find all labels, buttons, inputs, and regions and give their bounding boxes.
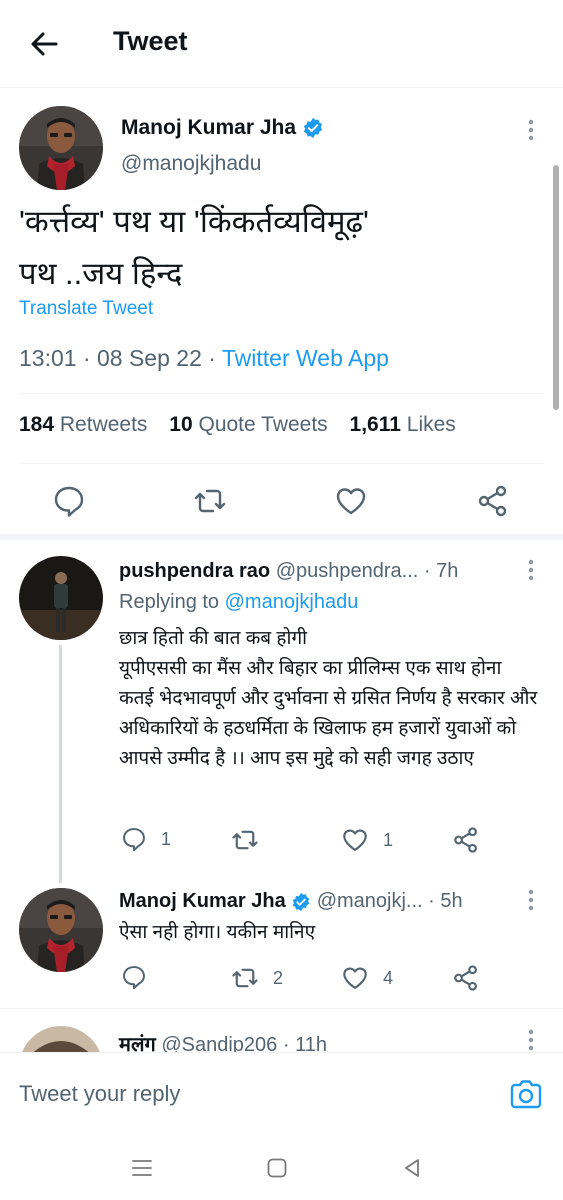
partial-reply: मलंग @Sandip206 · 11h bbox=[0, 1010, 563, 1054]
source-app-link[interactable]: Twitter Web App bbox=[222, 345, 389, 371]
divider bbox=[19, 463, 544, 464]
more-options-icon[interactable] bbox=[526, 888, 536, 916]
reply-icon[interactable] bbox=[52, 484, 86, 518]
section-divider bbox=[0, 534, 563, 540]
reply-text: छात्र हितो की बात कब होगी यूपीएससी का मै… bbox=[119, 628, 538, 769]
reply-reply-button[interactable] bbox=[121, 964, 161, 990]
retweet-icon[interactable] bbox=[193, 484, 227, 518]
reply-author-name[interactable]: Manoj Kumar Jha bbox=[119, 890, 286, 913]
more-options-icon[interactable] bbox=[526, 558, 536, 586]
reply-author-handle[interactable]: @pushpendra... bbox=[276, 560, 419, 582]
reply-time: · 11h bbox=[277, 1034, 327, 1054]
camera-icon[interactable] bbox=[508, 1077, 544, 1113]
reply-icon bbox=[123, 828, 145, 852]
reply-avatar[interactable] bbox=[19, 888, 103, 972]
like-heart-icon bbox=[343, 829, 367, 851]
reply-header: Manoj Kumar Jha @manojkj... · 5h bbox=[119, 890, 463, 913]
reply-author-handle[interactable]: @Sandip206 bbox=[161, 1034, 277, 1054]
reply-time: · 7h bbox=[418, 560, 459, 582]
page-title: Tweet bbox=[113, 26, 188, 56]
reply-author-handle[interactable]: @manojkj... bbox=[317, 890, 423, 913]
recent-apps-icon[interactable] bbox=[130, 1156, 154, 1180]
share-icon[interactable] bbox=[476, 484, 510, 518]
back-arrow-icon[interactable] bbox=[28, 28, 60, 60]
share-icon[interactable] bbox=[452, 964, 480, 992]
reply-author-name[interactable]: pushpendra rao bbox=[119, 560, 270, 582]
replying-to: Replying to @manojkjhadu bbox=[119, 591, 359, 613]
like-heart-icon bbox=[343, 967, 367, 989]
thread-connector bbox=[59, 645, 62, 883]
reply-avatar[interactable] bbox=[19, 1026, 103, 1054]
reply-author-name[interactable]: मलंग bbox=[119, 1034, 156, 1054]
author-name[interactable]: Manoj Kumar Jha bbox=[121, 116, 324, 140]
top-bar: Tweet bbox=[0, 0, 563, 88]
verified-badge-icon bbox=[292, 892, 309, 911]
engagement-stats: 184 Retweets 10 Quote Tweets 1,611 Likes bbox=[19, 413, 456, 437]
reply-composer: Tweet your reply bbox=[0, 1052, 563, 1136]
verified-badge-icon bbox=[303, 117, 323, 139]
home-icon[interactable] bbox=[265, 1156, 289, 1180]
reply-reply-button[interactable]: 1 bbox=[121, 826, 171, 852]
tweet-timestamp: 13:01 · 08 Sep 22 · bbox=[19, 345, 222, 371]
reply-retweet-button[interactable]: 2 bbox=[231, 964, 283, 992]
scrollbar[interactable] bbox=[553, 165, 559, 410]
share-icon[interactable] bbox=[452, 826, 480, 854]
reply-header: मलंग @Sandip206 · 11h bbox=[119, 1030, 327, 1054]
reply-header: pushpendra rao @pushpendra... · 7h bbox=[119, 560, 458, 583]
retweet-icon bbox=[232, 968, 258, 988]
more-options-icon[interactable] bbox=[526, 118, 536, 146]
reply-like-button[interactable]: 1 bbox=[341, 826, 393, 854]
reply-avatar[interactable] bbox=[19, 556, 103, 640]
reply-retweet-button[interactable] bbox=[231, 826, 273, 854]
author-avatar[interactable] bbox=[19, 106, 103, 190]
replying-to-handle[interactable]: @manojkjhadu bbox=[225, 591, 359, 613]
likes-stat[interactable]: 1,611 Likes bbox=[350, 413, 456, 436]
tweet-text: 'कर्त्तव्य' पथ या 'किंकर्तव्यविमूढ़' पथ … bbox=[19, 204, 369, 291]
reply-icon bbox=[123, 966, 145, 990]
more-options-icon[interactable] bbox=[526, 1028, 536, 1054]
divider bbox=[19, 393, 544, 394]
translate-tweet-link[interactable]: Translate Tweet bbox=[19, 298, 153, 320]
system-navigation-bar bbox=[0, 1136, 563, 1200]
like-heart-icon[interactable] bbox=[334, 484, 368, 518]
back-icon[interactable] bbox=[400, 1156, 424, 1180]
reply-like-button[interactable]: 4 bbox=[341, 964, 393, 992]
reply-text: ऐसा नही होगा। यकीन मानिए bbox=[119, 922, 316, 943]
author-handle[interactable]: @manojkjhadu bbox=[121, 152, 261, 176]
quote-tweets-stat[interactable]: 10 Quote Tweets bbox=[169, 413, 327, 436]
tweet-meta: 13:01 · 08 Sep 22 · Twitter Web App bbox=[19, 345, 389, 372]
reply-divider bbox=[0, 1008, 563, 1009]
retweets-stat[interactable]: 184 Retweets bbox=[19, 413, 147, 436]
retweet-icon bbox=[232, 830, 258, 850]
reply-input[interactable]: Tweet your reply bbox=[19, 1081, 180, 1107]
reply-time: · 5h bbox=[422, 890, 463, 912]
